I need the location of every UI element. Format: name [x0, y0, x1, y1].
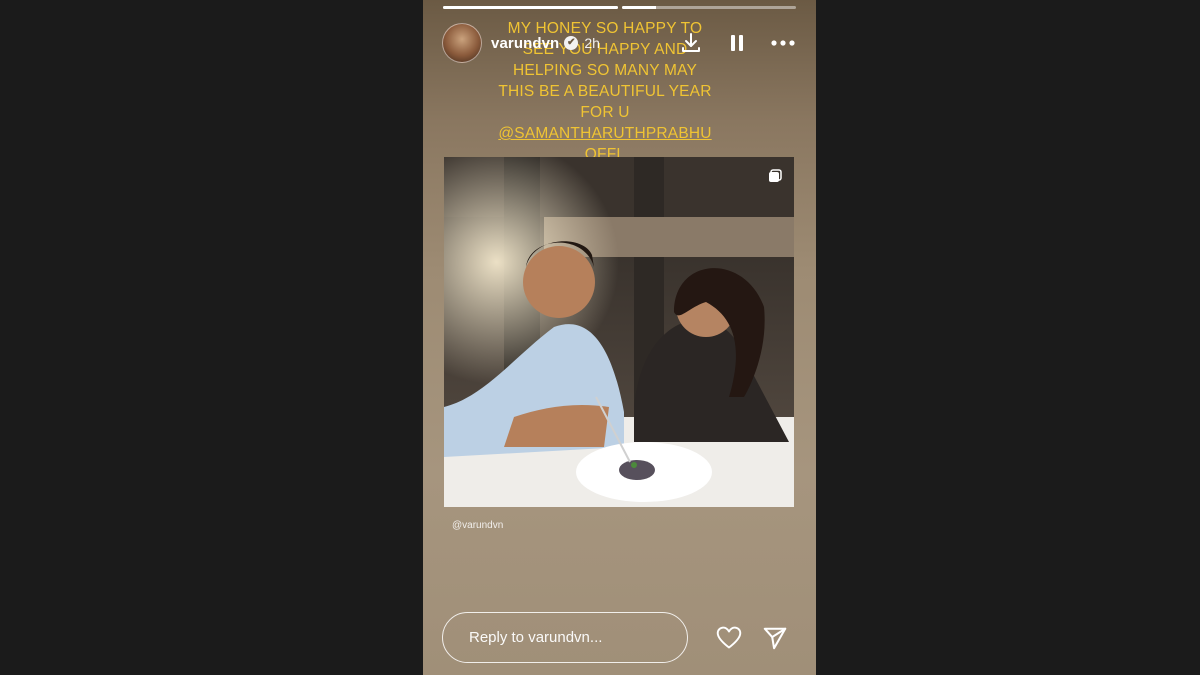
- progress-fill: [443, 6, 618, 9]
- carousel-icon: [768, 169, 782, 183]
- mention-link[interactable]: @SAMANTHARUTHPRABHU: [483, 123, 727, 144]
- reply-box[interactable]: [442, 612, 688, 663]
- username[interactable]: varundvn: [491, 35, 559, 52]
- story-footer: [442, 611, 796, 664]
- story-frame[interactable]: MY HONEY SO HAPPY TO SEE YOU HAPPY AND H…: [423, 0, 816, 675]
- viewer-background: MY HONEY SO HAPPY TO SEE YOU HAPPY AND H…: [0, 0, 1200, 675]
- heart-icon[interactable]: [716, 625, 742, 651]
- caption-line: FOR U: [580, 104, 630, 121]
- timestamp: 2h: [584, 35, 600, 51]
- footer-actions: [716, 625, 796, 651]
- header-actions: [678, 30, 796, 56]
- progress-segment: [443, 6, 618, 9]
- more-icon[interactable]: [770, 30, 796, 56]
- progress-fill: [621, 6, 657, 9]
- restaurant-photo-illustration: [444, 157, 794, 507]
- progress-segment: [621, 6, 796, 9]
- story-header: varundvn ✔ 2h: [442, 22, 796, 64]
- download-icon[interactable]: [678, 30, 704, 56]
- caption-line: THIS BE A BEAUTIFUL YEAR: [498, 83, 712, 100]
- reply-input[interactable]: [467, 628, 671, 647]
- avatar[interactable]: [442, 23, 482, 63]
- photo-credit[interactable]: @varundvn: [452, 520, 503, 531]
- story-progress: [443, 6, 796, 9]
- pause-icon[interactable]: [724, 30, 750, 56]
- verified-badge-icon: ✔: [564, 36, 579, 50]
- story-photo[interactable]: [444, 157, 794, 507]
- send-icon[interactable]: [762, 625, 788, 651]
